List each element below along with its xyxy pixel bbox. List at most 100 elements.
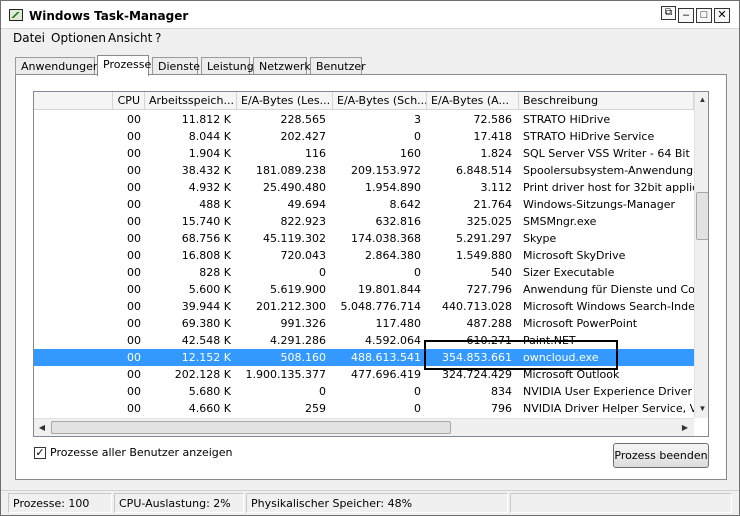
table-row[interactable]: 00 11.812 K 228.565 3 72.586 STRATO HiDrive — [34, 111, 694, 128]
cell-io-write: 5.048.776.714 — [340, 300, 421, 313]
table-row[interactable]: 00 15.740 K 822.923 632.816 325.025 SMSMngr.e… — [34, 213, 694, 230]
table-row[interactable]: 00 39.944 K 201.212.300 5.048.776.714 440.71… — [34, 298, 694, 315]
cell-io-read: 228.565 — [280, 113, 327, 126]
table-row[interactable]: 00 828 K 0 0 540 Sizer Executable — [34, 264, 694, 281]
cell-io-other: 5.291.297 — [456, 232, 512, 245]
cell-description: SMSMngr.exe — [523, 215, 597, 228]
cell-io-write: 0 — [414, 130, 421, 143]
cell-memory: 1.904 K — [188, 147, 231, 160]
table-row[interactable]: 00 42.548 K 4.291.286 4.592.064 610.271 Paint… — [34, 332, 694, 349]
vertical-scroll-thumb[interactable] — [696, 192, 708, 240]
horizontal-scrollbar[interactable]: ◀ ▶ — [34, 418, 694, 436]
column-header-memory[interactable]: Arbeitsspeich... — [145, 92, 237, 110]
table-row[interactable]: 00 202.128 K 1.900.135.377 477.696.419 324.7… — [34, 366, 694, 383]
cell-cpu: 00 — [127, 351, 141, 364]
cell-io-read: 5.619.900 — [270, 283, 326, 296]
cell-io-other: 3.112 — [480, 181, 513, 194]
column-header-description[interactable]: Beschreibung — [519, 92, 694, 110]
cell-description: NVIDIA Driver Helper Service, Version — [523, 402, 694, 415]
cell-io-other: 1.824 — [480, 147, 513, 160]
cell-description: Skype — [523, 232, 557, 245]
scroll-up-icon[interactable]: ▲ — [695, 92, 708, 108]
table-row[interactable]: 00 69.380 K 991.326 117.480 487.288 Microsoft… — [34, 315, 694, 332]
restore-icon[interactable]: ⧉ — [661, 6, 676, 20]
end-process-button[interactable]: Prozess beenden — [613, 443, 709, 468]
scroll-left-icon[interactable]: ◀ — [34, 420, 50, 436]
tab-prozesse[interactable]: Prozesse — [97, 55, 151, 76]
scroll-down-icon[interactable]: ▼ — [695, 401, 708, 417]
maximize-button[interactable]: □ — [696, 8, 712, 23]
status-empty — [510, 493, 732, 513]
cell-memory: 5.680 K — [188, 385, 231, 398]
minimize-button[interactable]: – — [678, 8, 694, 23]
cell-io-read: 991.326 — [280, 317, 327, 330]
cell-cpu: 00 — [127, 300, 141, 313]
column-header-io-other[interactable]: E/A-Bytes (A... — [427, 92, 519, 110]
cell-description: STRATO HiDrive Service — [523, 130, 655, 143]
cell-cpu: 00 — [127, 334, 141, 347]
close-button[interactable]: ✕ — [714, 8, 730, 23]
cell-description: Microsoft SkyDrive — [523, 249, 626, 262]
cell-io-write: 477.696.419 — [351, 368, 421, 381]
cell-description: Microsoft Outlook — [523, 368, 620, 381]
show-all-users-label[interactable]: Prozesse aller Benutzer anzeigen — [50, 446, 233, 459]
cell-io-other: 72.586 — [473, 113, 513, 126]
menu-datei[interactable]: Datei — [13, 31, 45, 45]
cell-cpu: 00 — [127, 385, 141, 398]
column-header-name[interactable] — [34, 92, 113, 110]
cell-io-other: 727.796 — [466, 283, 513, 296]
cell-description: Sizer Executable — [523, 266, 615, 279]
process-list[interactable]: CPU Arbeitsspeich... E/A-Bytes (Les... E… — [33, 91, 709, 437]
cell-cpu: 00 — [127, 232, 141, 245]
cell-io-read: 201.212.300 — [256, 300, 326, 313]
cell-io-write: 117.480 — [375, 317, 422, 330]
table-row-selected[interactable]: 00 12.152 K 508.160 488.613.541 354.853.661 o… — [34, 349, 694, 366]
horizontal-scroll-thumb[interactable] — [51, 421, 451, 434]
cell-io-other: 487.288 — [466, 317, 513, 330]
cell-description: Paint.NET — [523, 334, 576, 347]
task-manager-window: Windows Task-Manager ⧉ – □ ✕ Datei Optio… — [0, 0, 740, 516]
cell-cpu: 00 — [127, 266, 141, 279]
table-row[interactable]: 00 68.756 K 45.119.302 174.038.368 5.291.297… — [34, 230, 694, 247]
cell-io-read: 25.490.480 — [263, 181, 326, 194]
title-bar[interactable]: Windows Task-Manager ⧉ – □ ✕ — [1, 1, 739, 29]
table-row[interactable]: 00 1.904 K 116 160 1.824 SQL Server VSS Write… — [34, 145, 694, 162]
cell-io-write: 0 — [414, 402, 421, 415]
cell-memory: 4.660 K — [188, 402, 231, 415]
cell-memory: 68.756 K — [181, 232, 231, 245]
table-row[interactable]: 00 5.680 K 0 0 834 NVIDIA User Experience Dri… — [34, 383, 694, 400]
table-row[interactable]: 00 16.808 K 720.043 2.864.380 1.549.880 Micro… — [34, 247, 694, 264]
cell-io-write: 0 — [414, 266, 421, 279]
cell-io-write: 3 — [414, 113, 421, 126]
show-all-users-checkbox[interactable]: ✓ — [34, 447, 46, 459]
column-header-cpu[interactable]: CPU — [113, 92, 145, 110]
cell-io-read: 49.694 — [287, 198, 327, 211]
cell-cpu: 00 — [127, 368, 141, 381]
process-rows: 00 11.812 K 228.565 3 72.586 STRATO HiDrive 00… — [34, 111, 694, 417]
table-row[interactable]: 00 8.044 K 202.427 0 17.418 STRATO HiDrive Se… — [34, 128, 694, 145]
cell-io-read: 508.160 — [280, 351, 327, 364]
table-row[interactable]: 00 488 K 49.694 8.642 21.764 Windows-Sitzungs… — [34, 196, 694, 213]
table-row[interactable]: 00 5.600 K 5.619.900 19.801.844 727.796 Anwen… — [34, 281, 694, 298]
scroll-right-icon[interactable]: ▶ — [677, 420, 693, 436]
column-header-io-write[interactable]: E/A-Bytes (Sch... — [333, 92, 427, 110]
menu-optionen[interactable]: Optionen — [51, 31, 106, 45]
table-row[interactable]: 00 4.660 K 259 0 796 NVIDIA Driver Helper Ser… — [34, 400, 694, 417]
cell-io-read: 1.900.135.377 — [245, 368, 326, 381]
table-row[interactable]: 00 4.932 K 25.490.480 1.954.890 3.112 Print d… — [34, 179, 694, 196]
vertical-scrollbar[interactable]: ▲ ▼ — [694, 92, 708, 418]
cell-io-read: 4.291.286 — [270, 334, 326, 347]
menu-ansicht[interactable]: Ansicht — [108, 31, 152, 45]
menu-help[interactable]: ? — [155, 31, 161, 45]
cell-memory: 38.432 K — [181, 164, 231, 177]
cell-memory: 4.932 K — [188, 181, 231, 194]
cell-io-read: 822.923 — [280, 215, 327, 228]
cell-io-write: 0 — [414, 385, 421, 398]
table-row[interactable]: 00 38.432 K 181.089.238 209.153.972 6.848.51… — [34, 162, 694, 179]
cell-cpu: 00 — [127, 113, 141, 126]
column-header-io-read[interactable]: E/A-Bytes (Les... — [237, 92, 333, 110]
status-cpu: CPU-Auslastung: 2% — [114, 493, 244, 513]
cell-io-other: 354.853.661 — [442, 351, 512, 364]
cell-io-other: 540 — [491, 266, 512, 279]
cell-io-write: 4.592.064 — [365, 334, 421, 347]
